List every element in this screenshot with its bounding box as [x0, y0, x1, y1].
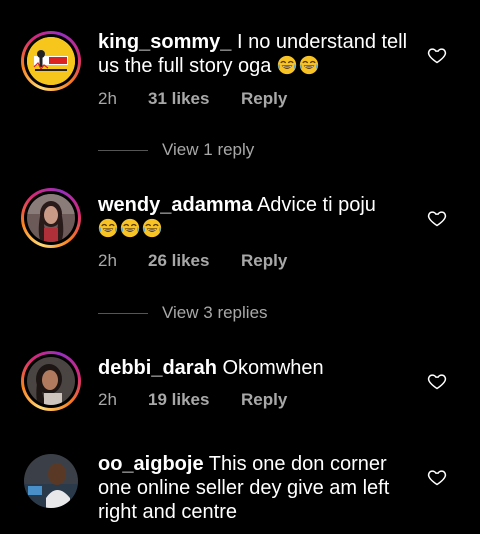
divider	[98, 312, 148, 314]
reply-button[interactable]: Reply	[241, 89, 287, 109]
comment-body: Advice ti poju	[256, 194, 376, 216]
face-with-tears-of-joy-icon	[277, 55, 297, 75]
logo-icon	[27, 37, 75, 85]
likes-count[interactable]: 31 likes	[148, 89, 241, 109]
comment-text: debbi_darah Okomwhen	[98, 356, 413, 380]
comment-time: 2h	[98, 251, 117, 270]
divider	[98, 149, 148, 151]
view-replies-button[interactable]: View 1 reply	[98, 140, 254, 160]
likes-count[interactable]: 26 likes	[148, 251, 241, 271]
comment-meta: 2h 19 likes Reply	[98, 390, 287, 410]
reply-button[interactable]: Reply	[241, 251, 287, 271]
view-replies-label: View 3 replies	[162, 303, 268, 322]
face-with-tears-of-joy-icon	[98, 218, 118, 238]
comment-text: king_sommy_ I no understand tell us the …	[98, 30, 413, 78]
profile-photo	[27, 194, 75, 242]
heart-outline-icon[interactable]	[427, 467, 447, 487]
heart-outline-icon[interactable]	[427, 371, 447, 391]
heart-outline-icon[interactable]	[427, 208, 447, 228]
comment-time: 2h	[98, 89, 117, 108]
avatar[interactable]	[24, 454, 78, 508]
reply-button[interactable]: Reply	[241, 390, 287, 410]
avatar[interactable]	[21, 31, 81, 91]
comment-text: oo_aigboje This one don corner one onlin…	[98, 452, 413, 524]
profile-photo	[24, 454, 78, 508]
face-with-tears-of-joy-icon	[120, 218, 140, 238]
heart-outline-icon[interactable]	[427, 45, 447, 65]
avatar[interactable]	[21, 351, 81, 411]
avatar[interactable]	[21, 188, 81, 248]
comment-username[interactable]: king_sommy_	[98, 31, 231, 53]
comment-username[interactable]: debbi_darah	[98, 357, 217, 379]
comment-username[interactable]: wendy_adamma	[98, 194, 253, 216]
comment-body: Okomwhen	[222, 357, 324, 379]
face-with-tears-of-joy-icon	[142, 218, 162, 238]
comment-time: 2h	[98, 390, 117, 409]
view-replies-button[interactable]: View 3 replies	[98, 303, 268, 323]
view-replies-label: View 1 reply	[162, 140, 255, 159]
profile-photo	[27, 357, 75, 405]
likes-count[interactable]: 19 likes	[148, 390, 241, 410]
comment-meta: 2h 31 likes Reply	[98, 89, 287, 109]
comment-meta: 2h 26 likes Reply	[98, 251, 287, 271]
comment-text: wendy_adamma Advice ti poju	[98, 193, 413, 241]
comment-username[interactable]: oo_aigboje	[98, 453, 204, 475]
face-with-tears-of-joy-icon	[299, 55, 319, 75]
